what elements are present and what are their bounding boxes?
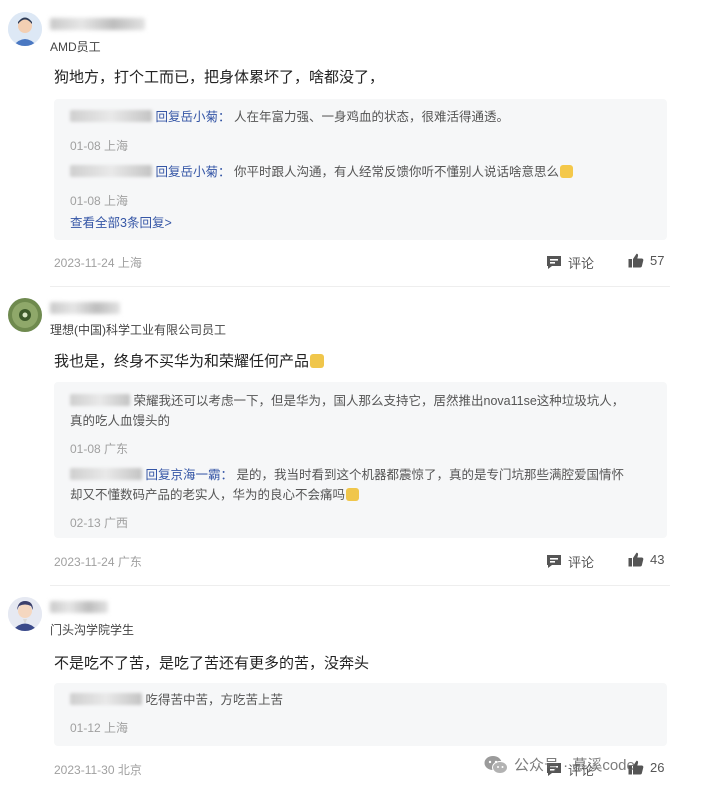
thumbs-up-icon <box>628 253 644 268</box>
avatar[interactable] <box>8 298 42 332</box>
reply-text: 吃得苦中苦，方吃苦上苦 <box>145 693 283 707</box>
reply-box: 荣耀我还可以考虑一下，但是华为，国人那么支持它，居然推出nova11se这种垃圾… <box>54 382 667 538</box>
comment-meta: 2023-11-24 上海 <box>54 256 142 270</box>
watermark-text: 公众号 · 慕溪code <box>514 757 635 774</box>
username-blurred[interactable] <box>50 302 120 314</box>
reply-meta: 01-12 上海 <box>70 721 129 735</box>
reply-text-line1: 荣耀我还可以考虑一下，但是华为，国人那么支持它，居然推出nova11se这种垃圾… <box>133 394 625 408</box>
like-count: 57 <box>650 253 665 268</box>
comment-icon <box>547 555 561 568</box>
comment-icon <box>547 256 561 269</box>
view-all-replies-link[interactable]: 查看全部3条回复> <box>70 212 172 231</box>
reply-text-line2: 却又不懂数码产品的老实人，华为的良心不会痛吗 <box>70 488 346 502</box>
reply-username-blurred[interactable] <box>70 110 152 122</box>
username-blurred[interactable] <box>50 601 108 613</box>
comment-text-body: 我也是，终身不买华为和荣耀任何产品 <box>54 353 310 370</box>
avatar[interactable] <box>8 12 42 46</box>
user-title: 门头沟学院学生 <box>50 623 135 637</box>
reply-item: 回复岳小菊： 你平时跟人沟通，有人经常反馈你听不懂别人说话啥意思么 <box>70 162 653 182</box>
like-count: 26 <box>650 760 665 775</box>
reply-username-blurred[interactable] <box>70 165 152 177</box>
reply-meta: 01-08 上海 <box>70 139 129 153</box>
like-button[interactable]: 43 <box>628 552 664 567</box>
reply-item: 回复京海一霸： 是的，我当时看到这个机器都震惊了，真的是专门坑那些满腔爱国情怀 <box>70 465 653 485</box>
reply-to-link[interactable]: 回复岳小菊： <box>155 165 230 179</box>
divider <box>50 585 670 586</box>
comment-button[interactable]: 评论 <box>546 253 594 272</box>
user-avatar-icon <box>8 597 42 631</box>
comment-meta: 2023-11-24 广东 <box>54 555 142 569</box>
user-title: AMD员工 <box>50 40 101 54</box>
avatar[interactable] <box>8 597 42 631</box>
reply-item-continued: 却又不懂数码产品的老实人，华为的良心不会痛吗 <box>70 485 653 505</box>
user-avatar-icon <box>8 12 42 46</box>
like-count: 43 <box>650 552 665 567</box>
username-blurred[interactable] <box>50 18 145 30</box>
comment-label: 评论 <box>568 256 595 271</box>
reply-meta: 02-13 广西 <box>70 516 129 530</box>
user-avatar-icon <box>8 298 42 332</box>
comment-meta: 2023-11-30 北京 <box>54 763 142 777</box>
reply-to-link[interactable]: 回复京海一霸： <box>145 468 233 482</box>
reply-username-blurred[interactable] <box>70 468 142 480</box>
comment-label: 评论 <box>568 555 595 570</box>
reply-meta: 01-08 广东 <box>70 442 129 456</box>
comment-button[interactable]: 评论 <box>546 552 594 571</box>
emoji-cat-icon <box>560 165 573 178</box>
divider <box>50 286 670 287</box>
reply-item: 回复岳小菊： 人在年富力强、一身鸡血的状态，很难活得通透。 <box>70 107 653 127</box>
user-title: 理想(中国)科学工业有限公司员工 <box>50 323 226 337</box>
reply-item: 吃得苦中苦，方吃苦上苦 <box>70 690 653 710</box>
reply-username-blurred[interactable] <box>70 394 130 406</box>
emoji-icon <box>310 354 325 368</box>
reply-text-line1: 是的，我当时看到这个机器都震惊了，真的是专门坑那些满腔爱国情怀 <box>236 468 624 482</box>
thumbs-up-icon <box>628 552 644 567</box>
emoji-icon <box>346 488 360 501</box>
reply-text-line2: 真的吃人血馒头的 <box>70 414 171 428</box>
reply-text: 人在年富力强、一身鸡血的状态，很难活得通透。 <box>233 110 509 124</box>
reply-text: 你平时跟人沟通，有人经常反馈你听不懂别人说话啥意思么 <box>233 165 559 179</box>
reply-box: 回复岳小菊： 人在年富力强、一身鸡血的状态，很难活得通透。 01-08 上海 回… <box>54 99 667 240</box>
reply-item: 荣耀我还可以考虑一下，但是华为，国人那么支持它，居然推出nova11se这种垃圾… <box>70 391 653 411</box>
reply-box: 吃得苦中苦，方吃苦上苦 01-12 上海 <box>54 683 667 746</box>
reply-meta: 01-08 上海 <box>70 194 129 208</box>
comment-text: 狗地方，打个工而已，把身体累坏了，啥都没了， <box>54 69 385 86</box>
like-button[interactable]: 57 <box>628 253 664 268</box>
comment-text: 不是吃不了苦，是吃了苦还有更多的苦，没奔头 <box>54 655 370 672</box>
reply-item-continued: 真的吃人血馒头的 <box>70 411 653 431</box>
wechat-icon <box>484 755 508 774</box>
reply-username-blurred[interactable] <box>70 693 142 705</box>
watermark: 公众号 · 慕溪code <box>484 754 635 775</box>
comment-text: 我也是，终身不买华为和荣耀任何产品 <box>54 350 325 371</box>
reply-to-link[interactable]: 回复岳小菊： <box>155 110 230 124</box>
